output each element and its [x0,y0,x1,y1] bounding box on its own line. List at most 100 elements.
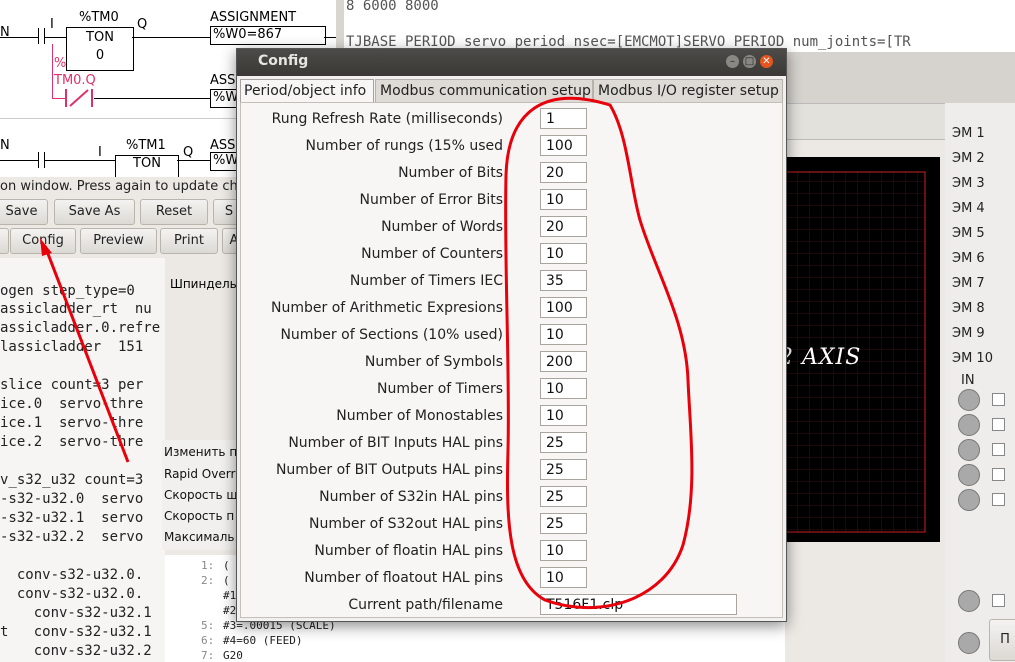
right-partial-button[interactable]: П [989,619,1015,661]
list-item[interactable]: Изменить п [164,445,238,459]
terminal-line: v_s32_u32 count=3 [0,472,144,488]
tab-modbus-io-register[interactable]: Modbus I/O register setup [593,79,783,103]
input-checkbox[interactable] [992,468,1005,481]
terminal-line: conv-s32-u32.1 [0,605,152,621]
list-item[interactable]: Скорость ш [164,488,238,502]
terminal-line: -s32-u32.2 servo [0,529,144,545]
field-input[interactable]: 10 [540,378,587,399]
minimize-icon[interactable]: – [726,55,739,68]
assignment-expression[interactable]: %W0=867 [210,26,326,45]
tab-period-object-info[interactable]: Period/object info [240,79,374,102]
field-input[interactable]: 25 [540,486,587,507]
list-item[interactable]: Максималь [164,530,238,544]
input-checkbox[interactable] [992,594,1005,607]
field-row: Number of Bits 20 [241,161,782,188]
tab-modbus-communication[interactable]: Modbus communication setup [375,79,593,103]
field-row: Number of Sections (10% used) 10 [241,323,782,350]
rung2-i-label: I [98,145,102,160]
contact-name: TM0.Q [54,73,96,88]
maximize-icon[interactable]: □ [743,55,756,68]
reset-button[interactable]: Reset [140,199,208,225]
terminal-line: slice count=3 per [0,377,144,393]
em-label: ЭМ 10 [952,351,993,366]
field-input[interactable]: 100 [540,297,587,318]
field-row: Number of S32in HAL pins 25 [241,485,782,512]
background-editor-text: 8 6000 8000 TJBASE_PERIOD servo_period_n… [336,0,1015,52]
terminal-line: ice.1 servo-thre [0,415,144,431]
input-checkbox[interactable] [992,393,1005,406]
dialog-title: Config [258,53,309,69]
field-input[interactable]: 25 [540,432,587,453]
assignment3-label: ASS [210,138,236,153]
terminal-line: ice.2 servo-thre [0,434,144,450]
field-row: Number of Symbols 200 [241,350,782,377]
print-button[interactable]: Print [160,228,218,254]
input-led-icon [958,414,980,436]
field-input[interactable]: 10 [540,243,587,264]
em-label: ЭМ 1 [952,126,985,141]
config-button[interactable]: Config [10,228,76,254]
field-label: Number of rungs (15% used [305,138,503,154]
save-as-button[interactable]: Save As [54,199,135,225]
field-input[interactable]: 20 [540,216,587,237]
input-led-icon [958,590,980,612]
save-button[interactable]: Save [0,199,48,225]
field-input[interactable]: 200 [540,351,587,372]
field-input[interactable]: 35 [540,270,587,291]
timer1-block[interactable]: TON 0 [66,27,134,71]
close-icon[interactable]: ✕ [760,55,773,68]
path-row: Current path/filename T516F1.clp [241,593,782,620]
path-input[interactable]: T516F1.clp [540,594,737,615]
field-input[interactable]: 10 [540,189,587,210]
terminal-line: ogen step_type=0 [0,283,135,299]
code-line-number: 1: [201,559,215,572]
timer1-name: %TM0 [79,10,119,25]
field-row: Number of Counters 10 [241,242,782,269]
field-label: Number of BIT Inputs HAL pins [288,435,503,451]
assignment-label: ASSIGNMENT [210,10,297,25]
field-row: Number of floatout HAL pins 10 [241,566,782,593]
timer2-block[interactable]: TON [115,155,179,177]
list-item[interactable]: Rapid Overr [164,467,238,481]
timer1-value: 0 [95,48,105,63]
field-input[interactable]: 25 [540,459,587,480]
field-row: Number of Timers 10 [241,377,782,404]
code-line-number: 5: [201,619,215,632]
em-label: ЭМ 8 [952,301,985,316]
code-line: #4=60 (FEED) [223,634,303,647]
code-line-number: 6: [201,634,215,647]
field-input[interactable]: 1 [540,108,587,129]
code-line: ( [223,574,230,587]
field-input[interactable]: 10 [540,405,587,426]
preview-button[interactable]: Preview [80,228,157,254]
terminal-output: ogen step_type=0 assicladder_rt nu assic… [0,258,165,662]
axis-overlay-label: 2 AXIS [779,345,862,370]
field-input[interactable]: 10 [540,540,587,561]
toolpath-preview[interactable]: 2 AXIS [779,157,940,542]
in-label: IN [961,373,975,388]
field-row: Number of Error Bits 10 [241,188,782,215]
percent-mark: % [54,56,67,71]
field-label: Number of S32out HAL pins [308,516,503,532]
field-input[interactable]: 25 [540,513,587,534]
input-checkbox[interactable] [992,443,1005,456]
field-row: Number of rungs (15% used 100 [241,134,782,161]
input-checkbox[interactable] [992,493,1005,506]
spindle-label: Шпиндель [170,277,237,291]
terminal-line: t conv-s32-u32.1 [0,624,152,640]
field-input[interactable]: 10 [540,324,587,345]
field-input[interactable]: 10 [540,567,587,588]
field-input[interactable]: 20 [540,162,587,183]
field-row: Number of Arithmetic Expresions 100 [241,296,782,323]
field-label: Number of S32in HAL pins [319,489,503,505]
code-line: ( [223,559,230,572]
field-label: Number of floatout HAL pins [304,570,503,586]
code-line: #2 [223,604,237,617]
dialog-titlebar[interactable]: Config – □ ✕ [237,49,786,76]
list-item[interactable]: Скорость п [164,509,238,523]
input-checkbox[interactable] [992,418,1005,431]
toolbar-partial-button[interactable] [0,228,9,254]
field-input[interactable]: 100 [540,135,587,156]
terminal-line: -s32-u32.1 servo [0,510,144,526]
override-list[interactable]: Изменить п Rapid Overr Скорость ш Скорос… [162,440,238,550]
